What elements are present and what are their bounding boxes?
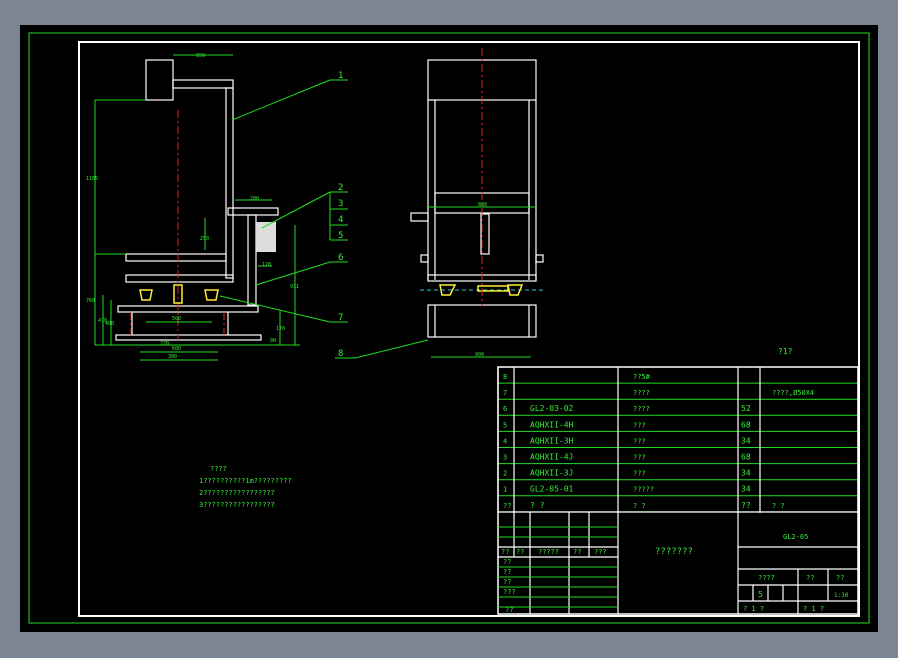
dim-label: 170 — [276, 326, 285, 332]
table-cell-name: ???? — [633, 405, 650, 413]
table-cell-qty: 68 — [741, 420, 751, 429]
dim-label: 900 — [475, 352, 484, 358]
table-cell-qty: 34 — [741, 436, 751, 445]
sign-row: ?? — [503, 558, 511, 566]
table-cell-no: 5 — [503, 421, 507, 429]
dim-label: 650 — [196, 53, 205, 59]
dim-label: 380 — [168, 354, 177, 360]
table-cell-name: ??? — [633, 454, 646, 462]
table-cell-code: ? ? — [530, 501, 545, 510]
table-cell-no: 3 — [503, 454, 507, 462]
notes-title: ???? — [210, 465, 227, 473]
table-cell-remark: ????,Ø50X4 — [772, 389, 814, 397]
cad-drawing-canvas: 650 1165 760 470 400 250 500 600 911 200… — [20, 25, 878, 632]
table-cell-code: AQHXII-3J — [530, 469, 573, 478]
table-cell-code: GL2-05-01 — [530, 485, 574, 494]
balloon-7: 7 — [338, 313, 343, 323]
dim-label: 90 — [270, 338, 276, 344]
table-cell-name: ? ? — [633, 502, 646, 510]
stage-value: 5 — [758, 590, 763, 599]
sheet-number: ? 1 ? — [803, 605, 824, 613]
model-space — [20, 25, 878, 632]
dim-label: 250 — [200, 236, 209, 242]
balloon-5: 5 — [338, 231, 343, 241]
scale-value: 1:10 — [834, 592, 849, 599]
dim-label: 1165 — [86, 176, 98, 182]
dim-label: 400 — [105, 321, 114, 327]
stage-label: ???? — [758, 574, 775, 582]
note-line: 3????????????????? — [199, 501, 275, 509]
rev-header: ?? — [501, 548, 509, 556]
table-cell-code: AQHXII-3H — [530, 436, 574, 445]
drawing-number: GL2-05 — [783, 533, 808, 541]
table-cell-remark: ? ? — [772, 502, 785, 510]
scale-note: ?1? — [778, 347, 793, 356]
table-cell-no: ?? — [503, 502, 511, 510]
balloon-8: 8 — [338, 349, 343, 359]
table-cell-no: 8 — [503, 373, 507, 381]
balloon-2: 2 — [338, 183, 343, 193]
table-cell-no: 2 — [503, 470, 507, 478]
rev-header: ?? — [573, 548, 581, 556]
table-cell-code: GL2-03-02 — [530, 404, 574, 413]
clamp-block — [256, 222, 276, 252]
sheet-total: ? 1 ? — [743, 605, 764, 613]
drawing-title: ??????? — [655, 547, 693, 557]
rev-header: ????? — [538, 548, 559, 556]
table-cell-name: ???? — [633, 389, 650, 397]
dim-label: 600 — [172, 346, 181, 352]
sign-row: ?? — [503, 578, 511, 586]
table-cell-no: 4 — [503, 437, 507, 445]
dim-label: 911 — [290, 284, 299, 290]
dim-label: 500 — [172, 316, 181, 322]
table-cell-name: ????? — [633, 486, 654, 494]
table-cell-no: 7 — [503, 389, 507, 397]
table-cell-code: AQHXII-4J — [530, 453, 573, 462]
table-cell-name: ??? — [633, 421, 646, 429]
table-cell-name: ??? — [633, 437, 646, 445]
dim-label: 200 — [250, 196, 259, 202]
table-cell-qty: 34 — [741, 485, 751, 494]
sign-row: ?? — [505, 606, 513, 614]
note-line: 1??????????1m????????? — [199, 477, 292, 485]
dim-label: 760 — [86, 298, 95, 304]
sign-row: ?? — [503, 568, 511, 576]
table-cell-qty: 68 — [741, 453, 751, 462]
balloon-1: 1 — [338, 71, 343, 81]
table-cell-name: ??5# — [633, 373, 651, 381]
table-cell-code: AQHXII-4H — [530, 420, 574, 429]
dim-label: 880 — [478, 202, 487, 208]
table-cell-no: 1 — [503, 486, 507, 494]
table-cell-qty: 52 — [741, 404, 751, 413]
weight-label: ?? — [806, 574, 814, 582]
rev-header: ?? — [516, 548, 524, 556]
dim-label: 120 — [262, 262, 271, 268]
rev-header: ??? — [594, 548, 607, 556]
balloon-3: 3 — [338, 199, 343, 209]
table-cell-no: 6 — [503, 405, 507, 413]
note-line: 2????????????????? — [199, 489, 275, 497]
table-cell-qty: ?? — [741, 501, 751, 510]
table-cell-name: ??? — [633, 470, 646, 478]
scale-label: ?? — [836, 574, 844, 582]
balloon-4: 4 — [338, 215, 343, 225]
sign-row: ??? — [503, 588, 516, 596]
balloon-6: 6 — [338, 253, 343, 263]
table-cell-qty: 34 — [741, 469, 751, 478]
dim-label: 270 — [160, 341, 169, 347]
